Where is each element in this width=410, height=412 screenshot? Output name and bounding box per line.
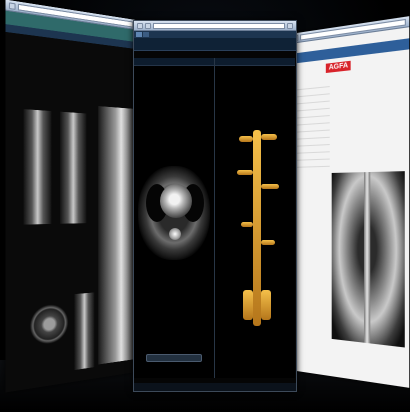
patient-info-list	[293, 79, 330, 168]
vessel-branch	[239, 136, 253, 142]
vessel-branch	[261, 184, 279, 189]
center-window-chrome	[134, 21, 296, 31]
center-address-bar[interactable]	[153, 22, 285, 29]
vessel-branch	[261, 240, 275, 245]
forward-icon[interactable]	[145, 22, 151, 29]
tab-viewer[interactable]	[136, 32, 142, 37]
vr-pane-header	[215, 58, 295, 66]
iliac-left	[243, 290, 253, 320]
right-browser-window[interactable]: AGFA	[290, 16, 410, 388]
vr-pane[interactable]	[215, 58, 295, 378]
ct-pane-header	[134, 58, 214, 66]
slice-scroller[interactable]	[146, 354, 202, 362]
vessel-branch	[261, 134, 277, 140]
search-icon[interactable]	[287, 22, 293, 29]
spine-xray-ap[interactable]	[23, 109, 52, 225]
center-tab-bar	[134, 31, 296, 38]
ct-pane[interactable]	[134, 58, 215, 378]
vertebra	[169, 228, 181, 240]
ct-chest-slice[interactable]	[138, 166, 210, 260]
agfa-logo: AGFA	[325, 60, 352, 74]
chest-spine	[364, 171, 371, 344]
center-status-bar	[134, 383, 296, 391]
spine-xray-oblique[interactable]	[59, 111, 87, 224]
volume-rendering[interactable]	[233, 130, 281, 330]
iliac-right	[261, 290, 271, 320]
vessel-branch	[241, 222, 253, 227]
heart	[160, 184, 192, 218]
chest-xray[interactable]	[331, 171, 405, 348]
back-icon[interactable]	[137, 22, 143, 29]
spine-xray-lateral[interactable]	[98, 106, 136, 365]
viewer-toolbar	[134, 38, 296, 51]
viewer-showcase: AGFA	[0, 0, 410, 412]
left-image-area[interactable]	[5, 31, 137, 393]
aorta	[253, 130, 261, 326]
left-browser-window[interactable]	[5, 0, 137, 393]
axial-spine-slice[interactable]	[30, 303, 69, 346]
center-browser-window[interactable]	[133, 20, 297, 392]
info-row	[293, 159, 330, 168]
vessel-branch	[237, 170, 253, 175]
tab-secondary[interactable]	[143, 32, 149, 37]
back-icon[interactable]	[8, 1, 16, 10]
sagittal-spine-slice[interactable]	[74, 292, 95, 371]
